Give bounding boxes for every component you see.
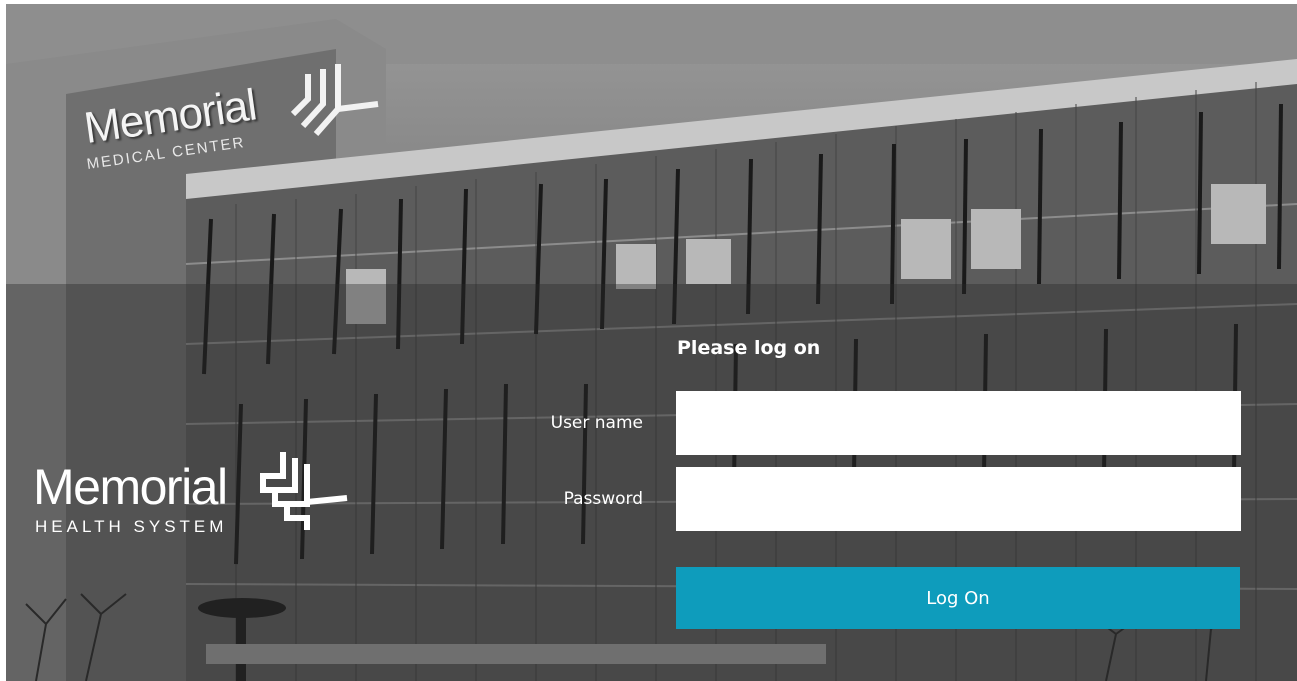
memorial-logo-icon: [290, 64, 379, 136]
building-sign: Memorial MEDICAL CENTER: [81, 64, 388, 194]
password-input[interactable]: [676, 467, 1241, 531]
brand-logo-sub: HEALTH SYSTEM: [35, 517, 228, 536]
password-label: Password: [563, 489, 643, 509]
username-input[interactable]: [676, 391, 1241, 455]
log-on-button[interactable]: Log On: [676, 567, 1240, 629]
login-title: Please log on: [677, 337, 821, 359]
brand-logo: Memorial HEALTH SYSTEM: [33, 452, 363, 552]
memorial-logo-icon: [260, 452, 348, 530]
brand-logo-word: Memorial: [33, 459, 228, 515]
username-label: User name: [550, 413, 643, 433]
